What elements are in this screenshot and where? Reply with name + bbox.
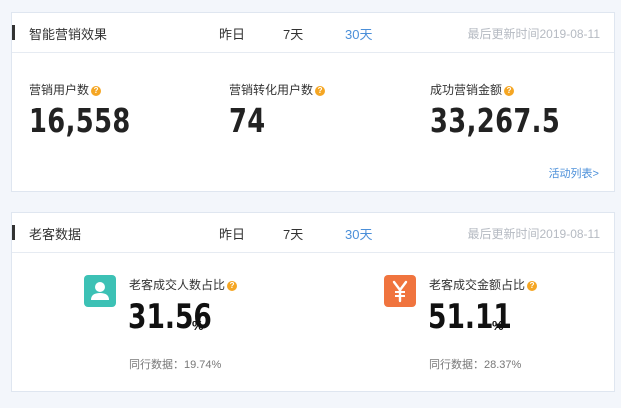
activity-list-link[interactable]: 活动列表> [549,165,599,181]
marketing-card-header: 智能营销效果 昨日 7天 30天 最后更新时间2019-08-11 [12,13,614,53]
metric-value-marketing-users: 16,558 [29,101,131,140]
tab-30-days[interactable]: 30天 [345,24,372,43]
metric-label-marketing-users: 营销用户数? [29,81,102,98]
stat-label-customer-count: 老客成交人数占比? [129,276,238,293]
question-icon[interactable]: ? [527,281,538,291]
customer-card-header: 老客数据 昨日 7天 30天 最后更新时间2019-08-11 [12,213,614,253]
peer-data-customer-count: 同行数据：19.74% [129,359,222,371]
question-icon[interactable]: ? [91,86,102,96]
percent-unit: % [492,318,504,333]
last-updated-text: 最后更新时间2019-08-11 [467,27,601,41]
stat-label-customer-amount: 老客成交金额占比? [429,276,538,293]
tab-7-days[interactable]: 7天 [283,24,303,43]
customer-card-title: 老客数据 [29,227,82,242]
metric-label-marketing-amount: 成功营销金额? [430,81,515,98]
yen-icon [384,275,416,307]
tab-7-days[interactable]: 7天 [283,224,303,243]
question-icon[interactable]: ? [504,86,515,96]
peer-data-customer-amount: 同行数据：28.37% [429,359,522,371]
percent-unit: % [192,318,204,333]
title-accent-bar [12,225,15,240]
question-icon[interactable]: ? [315,86,326,96]
metric-label-converted-users: 营销转化用户数? [229,81,326,98]
tab-yesterday[interactable]: 昨日 [219,224,245,243]
marketing-card-title: 智能营销效果 [29,27,108,42]
question-icon[interactable]: ? [227,281,238,291]
metric-value-converted-users: 74 [229,101,266,140]
title-accent-bar [12,25,15,40]
last-updated-text: 最后更新时间2019-08-11 [467,227,601,241]
customer-data-card: 老客数据 昨日 7天 30天 最后更新时间2019-08-11 老客成交人数占比… [11,212,615,392]
user-icon [84,275,116,307]
marketing-effect-card: 智能营销效果 昨日 7天 30天 最后更新时间2019-08-11 营销用户数?… [11,12,615,192]
tab-yesterday[interactable]: 昨日 [219,24,245,43]
tab-30-days[interactable]: 30天 [345,224,372,243]
metric-value-marketing-amount: 33,267.5 [430,101,561,140]
